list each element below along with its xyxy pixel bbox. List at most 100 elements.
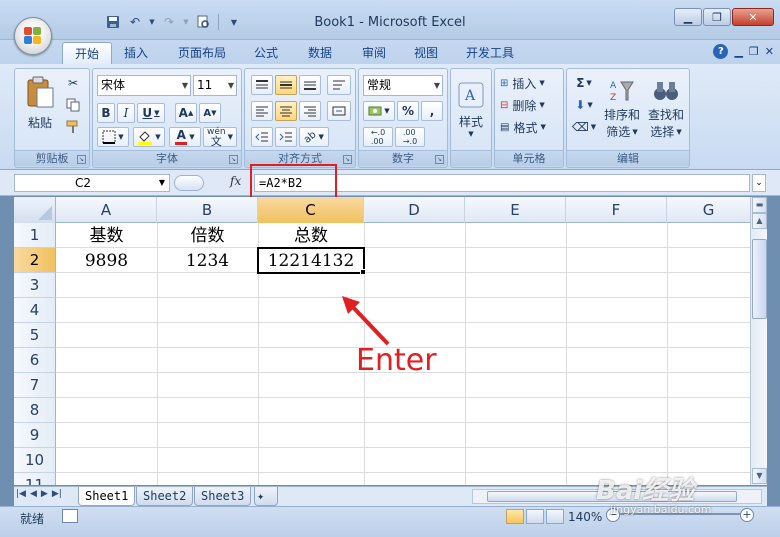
- clipboard-launcher-icon[interactable]: ↘: [77, 155, 86, 164]
- align-top-button[interactable]: [251, 75, 273, 95]
- sheet-tab-2[interactable]: Sheet2: [136, 487, 194, 506]
- macro-record-icon[interactable]: [62, 509, 78, 523]
- find-select-button[interactable]: 查找和 选择 ▼: [645, 73, 687, 145]
- page-layout-view-icon[interactable]: [526, 509, 544, 524]
- column-header-c[interactable]: C: [258, 197, 364, 223]
- number-launcher-icon[interactable]: ↘: [435, 155, 444, 164]
- shrink-font-button[interactable]: A ▼: [199, 103, 221, 123]
- align-center-button[interactable]: [275, 101, 297, 121]
- format-cells-button[interactable]: ▤ 格式 ▼: [499, 117, 561, 137]
- align-left-button[interactable]: [251, 101, 273, 121]
- expand-formula-bar-icon[interactable]: ⌄: [752, 174, 766, 192]
- vertical-scrollbar[interactable]: ▬ ▲ ▼: [750, 197, 767, 485]
- next-sheet-icon[interactable]: ▶: [41, 489, 48, 499]
- cell-a2[interactable]: 9898: [56, 249, 157, 273]
- prev-sheet-icon[interactable]: ◀: [30, 489, 37, 499]
- text-orientation-button[interactable]: ab ▼: [299, 127, 329, 147]
- copy-icon[interactable]: [63, 95, 83, 115]
- font-size-combo[interactable]: 11 ▼: [193, 75, 237, 96]
- merge-center-button[interactable]: [327, 101, 351, 121]
- align-right-button[interactable]: [299, 101, 321, 121]
- tab-insert[interactable]: 插入: [112, 42, 160, 64]
- font-color-button[interactable]: A ▼: [169, 127, 201, 147]
- normal-view-icon[interactable]: [506, 509, 524, 524]
- column-header-g[interactable]: G: [667, 197, 750, 223]
- cell-c1[interactable]: 总数: [258, 224, 364, 248]
- row-header-4[interactable]: 4: [14, 298, 56, 323]
- increase-indent-button[interactable]: [275, 127, 297, 147]
- close-button[interactable]: ✕: [732, 8, 774, 26]
- tab-home[interactable]: 开始: [62, 42, 113, 64]
- office-button[interactable]: [14, 17, 52, 55]
- alignment-launcher-icon[interactable]: ↘: [343, 155, 352, 164]
- delete-cells-button[interactable]: ⊟ 删除 ▼: [499, 95, 561, 115]
- select-all-button[interactable]: [14, 197, 56, 223]
- fill-button[interactable]: ⬇ ▼: [571, 95, 597, 115]
- tab-review[interactable]: 审阅: [350, 42, 398, 64]
- cut-icon[interactable]: ✂: [63, 73, 83, 93]
- vertical-scroll-thumb[interactable]: [752, 239, 767, 319]
- font-launcher-icon[interactable]: ↘: [229, 155, 238, 164]
- borders-button[interactable]: ▼: [97, 127, 129, 147]
- name-box[interactable]: C2 ▼: [14, 174, 170, 192]
- ribbon-minimize-icon[interactable]: ▁: [734, 45, 742, 58]
- tab-page-layout[interactable]: 页面布局: [166, 42, 238, 64]
- orientation-button[interactable]: [327, 75, 351, 95]
- last-sheet-icon[interactable]: ▶|: [52, 489, 62, 499]
- minimize-button[interactable]: ▁: [674, 8, 702, 26]
- zoom-in-icon[interactable]: +: [740, 508, 754, 522]
- scroll-down-icon[interactable]: ▼: [752, 468, 767, 484]
- number-format-combo[interactable]: 常规 ▼: [363, 75, 443, 96]
- tab-developer[interactable]: 开发工具: [454, 42, 526, 64]
- row-header-11[interactable]: 11: [14, 473, 56, 485]
- format-painter-icon[interactable]: [63, 117, 83, 137]
- decrease-decimal-button[interactable]: .00 →.0: [395, 127, 425, 147]
- insert-function-button[interactable]: fx: [230, 174, 241, 188]
- increase-decimal-button[interactable]: ←.0.00: [363, 127, 393, 147]
- currency-button[interactable]: ▼: [363, 101, 395, 121]
- sort-filter-button[interactable]: AZ 排序和 筛选 ▼: [601, 73, 643, 145]
- tab-data[interactable]: 数据: [296, 42, 344, 64]
- bold-button[interactable]: B: [97, 103, 115, 123]
- column-header-f[interactable]: F: [566, 197, 667, 223]
- percent-button[interactable]: %: [397, 101, 419, 121]
- tab-view[interactable]: 视图: [402, 42, 450, 64]
- row-header-2[interactable]: 2: [14, 248, 56, 273]
- align-middle-button[interactable]: [275, 75, 297, 95]
- maximize-button[interactable]: ❐: [703, 8, 731, 26]
- cell-b2[interactable]: 1234: [157, 249, 258, 273]
- underline-button[interactable]: U ▼: [137, 103, 165, 123]
- column-header-a[interactable]: A: [56, 197, 157, 223]
- fill-color-button[interactable]: ▼: [133, 127, 165, 147]
- grow-font-button[interactable]: A ▲: [175, 103, 197, 123]
- row-header-1[interactable]: 1: [14, 223, 56, 248]
- split-box-icon[interactable]: ▬: [752, 197, 767, 213]
- comma-button[interactable]: ,: [421, 101, 443, 121]
- row-header-5[interactable]: 5: [14, 323, 56, 348]
- row-header-3[interactable]: 3: [14, 273, 56, 298]
- align-bottom-button[interactable]: [299, 75, 321, 95]
- column-header-d[interactable]: D: [364, 197, 465, 223]
- ribbon-close-icon[interactable]: ✕: [765, 45, 774, 58]
- row-header-6[interactable]: 6: [14, 348, 56, 373]
- decrease-indent-button[interactable]: [251, 127, 273, 147]
- column-header-e[interactable]: E: [465, 197, 566, 223]
- row-header-8[interactable]: 8: [14, 398, 56, 423]
- ribbon-restore-icon[interactable]: ❐: [749, 45, 759, 58]
- scroll-up-icon[interactable]: ▲: [752, 213, 767, 229]
- phonetic-button[interactable]: wén 文 ▼: [203, 127, 237, 147]
- row-header-7[interactable]: 7: [14, 373, 56, 398]
- sheet-tab-1[interactable]: Sheet1: [78, 487, 136, 506]
- fill-handle[interactable]: [360, 269, 366, 275]
- autosum-button[interactable]: Σ ▼: [571, 73, 597, 93]
- row-header-9[interactable]: 9: [14, 423, 56, 448]
- paste-button[interactable]: 粘贴: [21, 73, 59, 133]
- page-break-view-icon[interactable]: [546, 509, 564, 524]
- clear-button[interactable]: ⌫ ▼: [571, 117, 597, 137]
- cell-b1[interactable]: 倍数: [157, 224, 258, 248]
- styles-button[interactable]: A 样式 ▼: [453, 73, 489, 145]
- help-icon[interactable]: ?: [713, 44, 729, 59]
- row-header-10[interactable]: 10: [14, 448, 56, 473]
- sheet-tab-3[interactable]: Sheet3: [194, 487, 252, 506]
- insert-sheet-icon[interactable]: ✦: [254, 487, 278, 506]
